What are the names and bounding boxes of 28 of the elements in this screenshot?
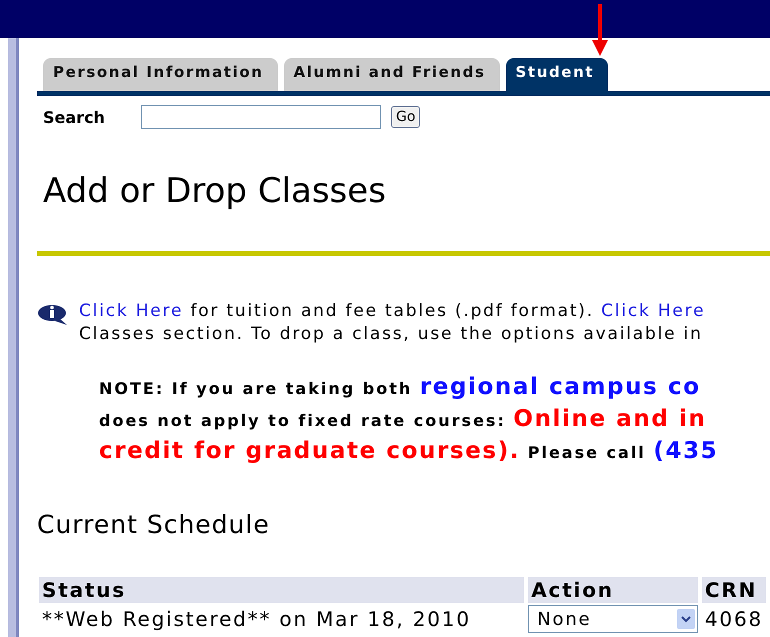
nav-tab[interactable]: Student — [506, 58, 608, 91]
table-cell-text: **Web Registered** on Mar 18, 2010 — [41, 606, 472, 633]
go-button[interactable]: Go — [391, 106, 420, 128]
info-text: for tuition and fee tables (.pdf format). — [189, 301, 595, 321]
info-text: Classes section. To drop a class, use the options available in — [79, 324, 703, 344]
search-field[interactable] — [141, 105, 381, 129]
info-icon — [37, 303, 69, 327]
search-label: Search — [43, 108, 106, 126]
column-header: CRN — [702, 577, 766, 603]
pointer-arrow-icon — [592, 4, 608, 56]
nav-tab[interactable]: Alumni and Friends — [284, 58, 500, 91]
highlight-text: regional campus co — [420, 374, 701, 400]
column-header: Status — [39, 577, 524, 603]
note-text: NOTE: If you are taking both — [99, 379, 414, 398]
nav-tab[interactable]: Personal Information — [43, 58, 278, 91]
page-title: Add or Drop Classes — [43, 171, 387, 211]
warning-text: Online and in — [513, 406, 707, 432]
note-text: does not apply to fixed rate courses: — [99, 411, 507, 430]
highlight-text: (435 — [653, 438, 718, 464]
column-header: Action — [528, 577, 698, 603]
click-here-link[interactable]: Click Here — [79, 301, 184, 321]
warning-text: credit for graduate courses). — [99, 438, 520, 464]
note-text: Please call — [526, 443, 647, 462]
table-cell-text: 4068 — [704, 606, 764, 633]
caret-icon — [676, 609, 695, 629]
section-title: Current Schedule — [37, 510, 271, 539]
click-here-link[interactable]: Click Here — [601, 301, 706, 321]
action-dropdown[interactable]: None — [528, 605, 698, 633]
